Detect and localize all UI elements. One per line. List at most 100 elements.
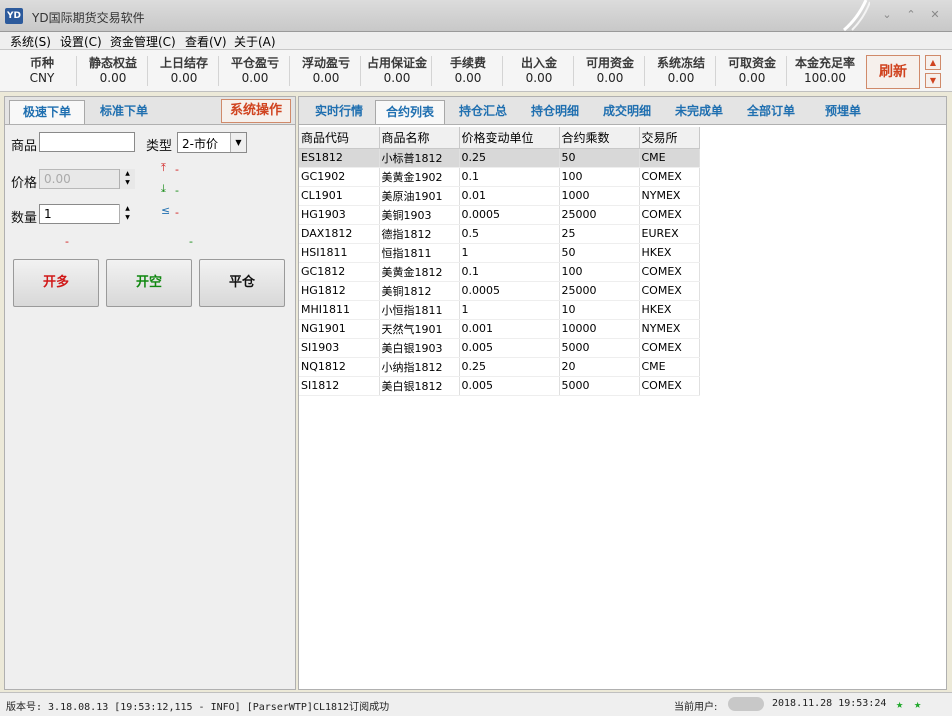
acct-value: 0.00	[170, 71, 198, 85]
col-multiplier-header[interactable]: 合约乘数	[559, 127, 640, 149]
tab-position-detail[interactable]: 持仓明细	[521, 100, 589, 124]
table-cell: 20	[559, 357, 640, 377]
upper-limit-icon: ⤒	[161, 161, 166, 174]
table-cell: 5000	[559, 338, 640, 358]
menu-about[interactable]: 关于(A)	[232, 33, 278, 50]
quantity-label: 数量	[11, 211, 38, 226]
table-cell: CME	[639, 148, 700, 168]
table-row[interactable]: SI1812 美白银1812 0.005 5000 COMEX	[299, 376, 700, 396]
acct-frozen: 系统冻结 0.00	[648, 54, 714, 85]
table-row[interactable]: NQ1812 小纳指1812 0.25 20 CME	[299, 357, 700, 377]
table-row[interactable]: NG1901 天然气1901 0.001 10000 NYMEX	[299, 319, 700, 339]
table-cell: 10	[559, 300, 640, 320]
price-label: 价格	[11, 176, 38, 191]
col-exchange-header[interactable]: 交易所	[639, 127, 700, 149]
table-cell: DAX1812	[299, 224, 380, 244]
connection-star-icon: ★	[914, 697, 922, 711]
table-row[interactable]: GC1902 美黄金1902 0.1 100 COMEX	[299, 167, 700, 187]
acct-value: 0.00	[241, 71, 269, 85]
tab-standard-order[interactable]: 标准下单	[89, 100, 159, 124]
acct-label: 可用资金	[585, 56, 634, 70]
tab-trade-detail[interactable]: 成交明细	[593, 100, 661, 124]
close-icon[interactable]: ✕	[928, 8, 942, 22]
table-row[interactable]: MHI1811 小恒指1811 1 10 HKEX	[299, 300, 700, 320]
table-cell: CME	[639, 357, 700, 377]
acct-value: 0.00	[99, 71, 127, 85]
table-cell: NQ1812	[299, 357, 380, 377]
lower-limit-value: -	[175, 184, 179, 197]
open-short-button[interactable]: 开空	[106, 259, 192, 307]
table-row[interactable]: GC1812 美黄金1812 0.1 100 COMEX	[299, 262, 700, 282]
table-cell: 0.001	[459, 319, 560, 339]
menu-bar: 系统(S) 设置(C) 资金管理(C) 查看(V) 关于(A)	[0, 32, 952, 50]
acct-currency: 币种 CNY	[9, 54, 75, 85]
table-cell: 小恒指1811	[379, 300, 460, 320]
col-name-header[interactable]: 商品名称	[379, 127, 460, 149]
acct-label: 可取资金	[727, 56, 776, 70]
table-cell: 0.5	[459, 224, 560, 244]
table-cell: NYMEX	[639, 319, 700, 339]
col-code-header[interactable]: 商品代码	[299, 127, 380, 149]
table-cell: 5000	[559, 376, 640, 396]
close-position-button[interactable]: 平仓	[199, 259, 285, 307]
chevron-down-icon[interactable]: ▼	[230, 133, 246, 152]
price-stepper[interactable]: ▲ ▼	[119, 169, 135, 189]
le-icon: ≤	[161, 204, 171, 217]
scroll-up-icon[interactable]: ▲	[925, 55, 941, 70]
acct-value: 0.00	[454, 71, 482, 85]
table-cell: HSI1811	[299, 243, 380, 263]
quantity-stepper[interactable]: ▲ ▼	[119, 204, 135, 224]
table-cell: MHI1811	[299, 300, 380, 320]
app-logo: YD	[5, 8, 23, 24]
table-cell: 25000	[559, 281, 640, 301]
menu-view[interactable]: 查看(V)	[183, 33, 229, 50]
table-cell: COMEX	[639, 262, 700, 282]
quantity-value: 1	[44, 207, 52, 221]
scroll-down-icon[interactable]: ▼	[925, 73, 941, 88]
order-type-select[interactable]: 2-市价 ▼	[177, 132, 247, 153]
system-operation-button[interactable]: 系统操作	[221, 99, 291, 123]
user-avatar	[728, 697, 764, 711]
acct-label: 币种	[29, 56, 54, 70]
acct-deposit-withdraw: 出入金 0.00	[506, 54, 572, 85]
tab-pending-orders[interactable]: 未完成单	[665, 100, 733, 124]
table-row[interactable]: CL1901 美原油1901 0.01 1000 NYMEX	[299, 186, 700, 206]
menu-system[interactable]: 系统(S)	[8, 33, 53, 50]
acct-prev-balance: 上日结存 0.00	[151, 54, 217, 85]
table-row[interactable]: HG1903 美铜1903 0.0005 25000 COMEX	[299, 205, 700, 225]
acct-available: 可用资金 0.00	[577, 54, 643, 85]
tab-preset-orders[interactable]: 预埋单	[813, 100, 873, 124]
table-cell: 美白银1812	[379, 376, 460, 396]
table-row[interactable]: SI1903 美白银1903 0.005 5000 COMEX	[299, 338, 700, 358]
table-row[interactable]: HSI1811 恒指1811 1 50 HKEX	[299, 243, 700, 263]
acct-label: 浮动盈亏	[301, 56, 350, 70]
product-input[interactable]	[39, 132, 135, 152]
tab-position-summary[interactable]: 持仓汇总	[449, 100, 517, 124]
table-cell: COMEX	[639, 376, 700, 396]
tab-realtime-quotes[interactable]: 实时行情	[305, 100, 373, 124]
table-cell: 10000	[559, 319, 640, 339]
tab-contract-list[interactable]: 合约列表	[375, 100, 445, 124]
table-cell: HG1812	[299, 281, 380, 301]
table-row[interactable]: DAX1812 德指1812 0.5 25 EUREX	[299, 224, 700, 244]
tab-all-orders[interactable]: 全部订单	[737, 100, 805, 124]
order-type-value: 2-市价	[182, 137, 218, 151]
acct-value: 100.00	[804, 71, 846, 85]
menu-settings[interactable]: 设置(C)	[58, 33, 104, 50]
expand-icon[interactable]: ⌃	[904, 8, 918, 22]
col-tick-header[interactable]: 价格变动单位	[459, 127, 560, 149]
table-row[interactable]: HG1812 美铜1812 0.0005 25000 COMEX	[299, 281, 700, 301]
table-cell: 美原油1901	[379, 186, 460, 206]
table-row[interactable]: ES1812 小标普1812 0.25 50 CME	[299, 148, 700, 168]
open-long-button[interactable]: 开多	[13, 259, 99, 307]
table-cell: 50	[559, 243, 640, 263]
refresh-button[interactable]: 刷新	[866, 55, 920, 89]
acct-label: 本金充足率	[794, 56, 855, 70]
menu-fund-management[interactable]: 资金管理(C)	[108, 33, 178, 50]
table-cell: 0.1	[459, 262, 560, 282]
collapse-icon[interactable]: ⌄	[880, 8, 894, 22]
table-cell: EUREX	[639, 224, 700, 244]
tab-quick-order[interactable]: 极速下单	[9, 100, 85, 124]
order-tabs: 极速下单 标准下单 系统操作	[5, 97, 295, 125]
contract-table: 商品代码 商品名称 价格变动单位 合约乘数 交易所 ES1812 小标普1812 0…	[299, 127, 700, 396]
